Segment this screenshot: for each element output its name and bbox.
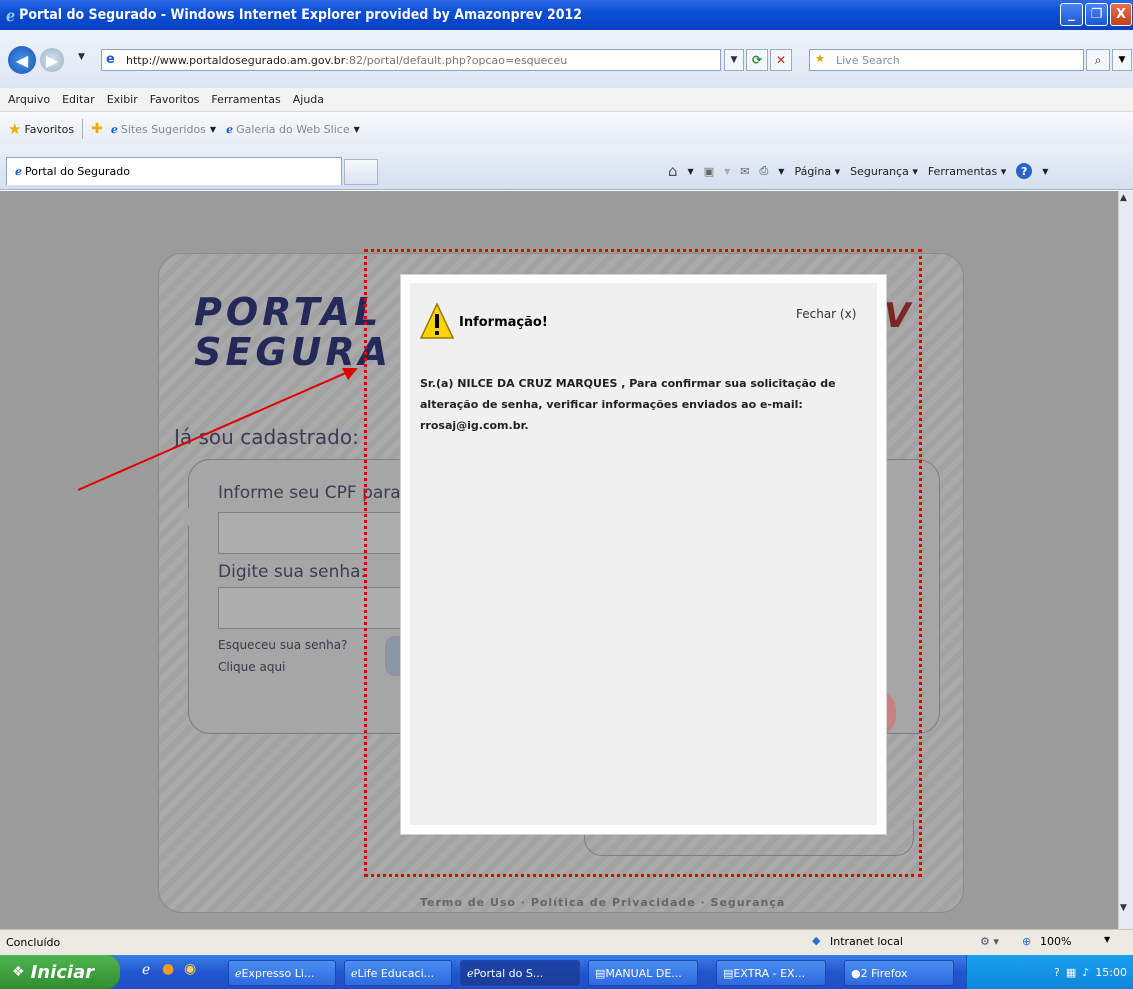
address-bar[interactable]: e http://www.portaldosegurado.am.gov.br:… bbox=[101, 49, 721, 71]
intranet-icon: ◆ bbox=[812, 934, 821, 947]
chevron-down-icon[interactable]: ▼ bbox=[354, 125, 360, 134]
live-search-icon: ★ bbox=[815, 52, 825, 65]
minimize-button[interactable]: _ bbox=[1060, 3, 1083, 26]
annotation-highlight-box bbox=[364, 249, 922, 877]
back-button[interactable]: ◀ bbox=[8, 46, 36, 74]
favorites-bar: ★ Favoritos ✚ ℯ Sites Sugeridos ▼ ℯ Gale… bbox=[0, 112, 1133, 146]
vertical-scrollbar[interactable]: ▲ ▼ bbox=[1118, 191, 1133, 929]
system-tray: ? ▦ ♪ 15:00 bbox=[966, 955, 1133, 989]
menu-arquivo[interactable]: Arquivo bbox=[8, 93, 50, 106]
security-menu[interactable]: Segurança ▾ bbox=[850, 165, 918, 178]
zoom-level[interactable]: 100% bbox=[1040, 935, 1071, 948]
quicklaunch-ie-icon[interactable]: ℯ bbox=[142, 962, 150, 978]
taskbar-item-portal[interactable]: ℯ Portal do S... bbox=[460, 960, 580, 986]
windows-logo-icon: ❖ bbox=[12, 964, 25, 980]
favorites-star-icon: ★ bbox=[8, 120, 22, 138]
portal-logo-line1: PORTAL bbox=[194, 290, 383, 334]
close-window-button[interactable]: X bbox=[1110, 3, 1132, 26]
menu-exibir[interactable]: Exibir bbox=[107, 93, 138, 106]
menu-ferramentas[interactable]: Ferramentas bbox=[211, 93, 280, 106]
taskbar-item-expresso[interactable]: ℯ Expresso Li... bbox=[228, 960, 336, 986]
scroll-up-icon[interactable]: ▲ bbox=[1120, 193, 1127, 203]
password-label: Digite sua senha: bbox=[218, 562, 367, 582]
add-favorite-icon[interactable]: ✚ bbox=[91, 121, 103, 137]
search-input[interactable]: ★ Live Search bbox=[809, 49, 1084, 71]
tray-network-icon[interactable]: ▦ bbox=[1066, 966, 1076, 979]
ie-icon: ℯ bbox=[6, 5, 16, 25]
maximize-button[interactable]: ❐ bbox=[1085, 3, 1108, 26]
window-title: Portal do Segurado - Windows Internet Ex… bbox=[19, 7, 582, 23]
forgot-password-text: Esqueceu sua senha? bbox=[218, 638, 348, 652]
history-dropdown-icon[interactable]: ▼ bbox=[78, 52, 85, 62]
url-path: :82/portal/default.php?opcao=esqueceu bbox=[345, 53, 568, 67]
ie-icon: ℯ bbox=[15, 165, 22, 178]
protected-mode-icon[interactable]: ⚙ ▾ bbox=[980, 935, 999, 948]
chevron-down-icon[interactable]: ▼ bbox=[210, 125, 216, 134]
zoom-icon: ⊕ bbox=[1022, 935, 1032, 948]
status-bar: Concluído ◆ Intranet local ⚙ ▾ ⊕ 100% ▼ bbox=[0, 929, 1133, 955]
search-icon[interactable]: ⌕ bbox=[1086, 49, 1110, 71]
tools-menu[interactable]: Ferramentas ▾ bbox=[928, 165, 1006, 178]
quicklaunch-app-icon[interactable]: ◉ bbox=[184, 961, 196, 977]
tab-title: Portal do Segurado bbox=[25, 165, 130, 178]
start-button[interactable]: ❖ Iniciar bbox=[0, 955, 120, 989]
window-title-bar[interactable]: ℯ Portal do Segurado - Windows Internet … bbox=[0, 0, 1133, 30]
webslice-gallery[interactable]: Galeria do Web Slice bbox=[236, 123, 350, 136]
separator bbox=[82, 119, 84, 139]
menu-ajuda[interactable]: Ajuda bbox=[293, 93, 324, 106]
feeds-icon[interactable]: ▣ bbox=[704, 165, 714, 178]
tab-portal[interactable]: ℯ Portal do Segurado bbox=[6, 157, 342, 185]
page-icon: e bbox=[106, 52, 115, 67]
search-options-icon[interactable]: ▼ bbox=[1112, 49, 1132, 71]
ie-icon: ℯ bbox=[110, 122, 118, 136]
print-icon[interactable]: ⎙ bbox=[759, 164, 768, 178]
annotation-arrow bbox=[77, 368, 358, 491]
taskbar-item-firefox[interactable]: ● 2 Firefox bbox=[844, 960, 954, 986]
menu-editar[interactable]: Editar bbox=[62, 93, 95, 106]
click-here-link[interactable]: Clique aqui bbox=[218, 660, 285, 674]
webslice-icon: ℯ bbox=[226, 122, 234, 136]
search-placeholder: Live Search bbox=[836, 53, 900, 67]
taskbar-item-life[interactable]: ℯ Life Educaci... bbox=[344, 960, 452, 986]
new-tab-button[interactable] bbox=[344, 159, 378, 185]
taskbar-item-extra[interactable]: ▤ EXTRA - EX... bbox=[716, 960, 826, 986]
favorites-button[interactable]: Favoritos bbox=[24, 123, 74, 136]
refresh-icon[interactable]: ⟳ bbox=[746, 49, 768, 71]
menu-bar: Arquivo Editar Exibir Favoritos Ferramen… bbox=[0, 88, 1133, 112]
start-label: Iniciar bbox=[30, 961, 95, 983]
forward-button[interactable]: ▶ bbox=[40, 48, 64, 72]
scroll-down-icon[interactable]: ▼ bbox=[1120, 903, 1127, 913]
page-menu[interactable]: Página ▾ bbox=[794, 165, 840, 178]
help-icon[interactable]: ? bbox=[1016, 163, 1033, 179]
zoom-dropdown-icon[interactable]: ▼ bbox=[1104, 935, 1110, 944]
footer-links[interactable]: Termo de Uso · Política de Privacidade ·… bbox=[420, 896, 785, 909]
menu-favoritos[interactable]: Favoritos bbox=[150, 93, 200, 106]
stop-icon[interactable]: ✕ bbox=[770, 49, 792, 71]
clock[interactable]: 15:00 bbox=[1095, 966, 1127, 979]
command-bar: ⌂ ▼ ▣ ▼ ✉ ⎙ ▼ Página ▾ Segurança ▾ Ferramen… bbox=[668, 162, 1049, 180]
tray-help-icon[interactable]: ? bbox=[1054, 966, 1060, 979]
mail-icon[interactable]: ✉ bbox=[740, 165, 749, 178]
url-host: http://www.portaldosegurado.am.gov.br bbox=[126, 53, 346, 67]
zone-text: Intranet local bbox=[830, 935, 903, 948]
home-icon[interactable]: ⌂ bbox=[668, 162, 678, 180]
suggested-sites[interactable]: Sites Sugeridos bbox=[121, 123, 206, 136]
taskbar-item-manual[interactable]: ▤ MANUAL DE... bbox=[588, 960, 698, 986]
quicklaunch-firefox-icon[interactable]: ● bbox=[162, 961, 174, 977]
tray-volume-icon[interactable]: ♪ bbox=[1082, 966, 1089, 979]
status-text: Concluído bbox=[6, 936, 61, 949]
address-dropdown-icon[interactable]: ▼ bbox=[724, 49, 744, 71]
